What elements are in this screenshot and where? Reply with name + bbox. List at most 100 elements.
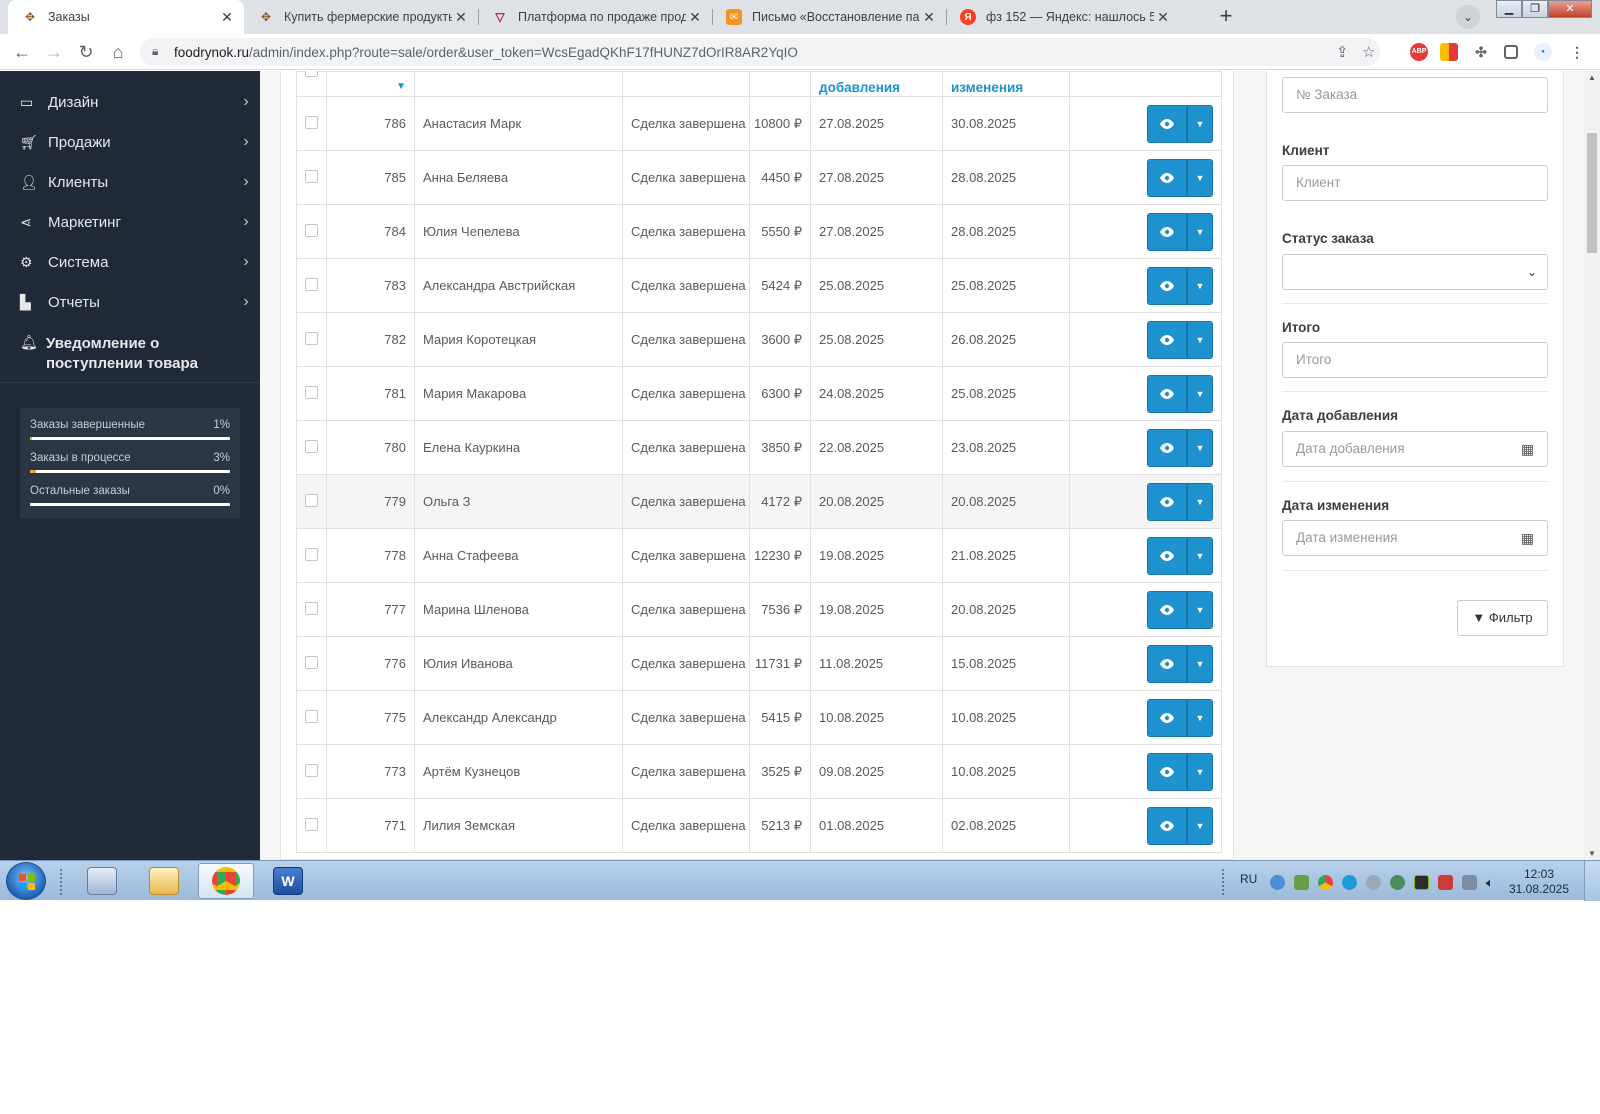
- view-order-button[interactable]: [1147, 698, 1187, 737]
- network-tray-icon[interactable]: [1270, 875, 1285, 890]
- sidebar-item-sales[interactable]: 🛒︎ Продажи ›: [0, 122, 260, 162]
- volume-icon[interactable]: 🔈︎: [1486, 875, 1501, 890]
- view-order-button[interactable]: [1147, 590, 1187, 629]
- close-icon[interactable]: ✕: [920, 9, 938, 26]
- kebab-menu-icon[interactable]: ⋮: [1568, 43, 1586, 61]
- row-checkbox[interactable]: [305, 763, 318, 777]
- sidebar-item-marketing[interactable]: ⋖ Маркетинг ›: [0, 202, 260, 242]
- tab-yandex[interactable]: Я фз 152 — Яндекс: нашлось 528 ✕: [946, 0, 1180, 34]
- home-icon[interactable]: ⌂: [106, 40, 130, 64]
- order-status-select[interactable]: ⌄: [1282, 254, 1548, 290]
- adblock-icon[interactable]: ABP: [1410, 43, 1428, 61]
- security-tray-icon[interactable]: [1294, 875, 1309, 890]
- row-checkbox[interactable]: [305, 115, 318, 129]
- view-order-button[interactable]: [1147, 752, 1187, 791]
- total-field[interactable]: Итого: [1282, 342, 1548, 378]
- sidebar-item-reports[interactable]: ▙ Отчеты ›: [0, 282, 260, 322]
- order-menu-dropdown-button[interactable]: ▼: [1187, 482, 1213, 521]
- close-icon[interactable]: ✕: [1154, 9, 1172, 26]
- view-order-button[interactable]: [1147, 536, 1187, 575]
- select-all-checkbox[interactable]: [305, 71, 318, 77]
- filter-button[interactable]: ▼ Фильтр: [1457, 600, 1548, 636]
- tab-orders[interactable]: ✥ Заказы ✕: [8, 0, 244, 34]
- sidebar-item-design[interactable]: ▭ Дизайн ›: [0, 82, 260, 122]
- view-order-button[interactable]: [1147, 482, 1187, 521]
- close-icon[interactable]: ✕: [686, 9, 704, 26]
- puzzle-icon[interactable]: ✣: [1472, 43, 1490, 61]
- order-menu-dropdown-button[interactable]: ▼: [1187, 644, 1213, 683]
- alert-tray-icon[interactable]: [1438, 875, 1453, 890]
- header-total[interactable]: [749, 71, 811, 97]
- browser-tray-icon[interactable]: [1342, 875, 1357, 890]
- page-scrollbar[interactable]: ▲ ▼: [1584, 71, 1600, 860]
- calculator-app-button[interactable]: [74, 863, 130, 899]
- show-desktop-button[interactable]: [1584, 861, 1600, 901]
- order-id-field[interactable]: № Заказа: [1282, 77, 1548, 113]
- chrome-tray-icon[interactable]: [1318, 875, 1333, 890]
- window-close-button[interactable]: ✕: [1548, 0, 1592, 18]
- order-menu-dropdown-button[interactable]: ▼: [1187, 374, 1213, 413]
- order-menu-dropdown-button[interactable]: ▼: [1187, 806, 1213, 845]
- tab-buy-farm[interactable]: ✥ Купить фермерские продукты с ✕: [244, 0, 478, 34]
- maximize-button[interactable]: ❐: [1522, 0, 1548, 18]
- nvidia-tray-icon[interactable]: [1414, 875, 1429, 890]
- scroll-down-icon[interactable]: ▼: [1584, 849, 1600, 858]
- header-date-added[interactable]: добавления: [810, 71, 943, 97]
- scrollbar-thumb[interactable]: [1587, 133, 1597, 253]
- share-icon[interactable]: ⇪: [1336, 43, 1349, 61]
- address-bar[interactable]: 🔒︎ foodrynok.ru/admin/index.php?route=sa…: [140, 38, 1380, 66]
- header-order-id[interactable]: ▼: [326, 71, 415, 97]
- scroll-up-icon[interactable]: ▲: [1584, 73, 1600, 82]
- sidebar-item-system[interactable]: ⚙ Система ›: [0, 242, 260, 282]
- view-order-button[interactable]: [1147, 806, 1187, 845]
- chrome-app-button[interactable]: [198, 863, 254, 899]
- tab-search-chevron-icon[interactable]: ⌄: [1456, 5, 1480, 29]
- date-modified-field[interactable]: Дата изменения: [1282, 520, 1509, 556]
- star-icon[interactable]: ☆: [1362, 43, 1375, 61]
- close-icon[interactable]: ✕: [218, 9, 236, 26]
- calendar-icon[interactable]: ▦: [1508, 431, 1548, 467]
- system-clock[interactable]: 12:03 31.08.2025: [1504, 867, 1574, 897]
- view-order-button[interactable]: [1147, 644, 1187, 683]
- sidebar-item-customers[interactable]: 👤︎ Клиенты ›: [0, 162, 260, 202]
- order-menu-dropdown-button[interactable]: ▼: [1187, 752, 1213, 791]
- order-menu-dropdown-button[interactable]: ▼: [1187, 536, 1213, 575]
- order-menu-dropdown-button[interactable]: ▼: [1187, 266, 1213, 305]
- header-status[interactable]: [622, 71, 750, 97]
- row-checkbox[interactable]: [305, 493, 318, 507]
- order-menu-dropdown-button[interactable]: ▼: [1187, 104, 1213, 143]
- header-date-modified[interactable]: изменения: [942, 71, 1070, 97]
- view-order-button[interactable]: [1147, 428, 1187, 467]
- customer-field[interactable]: Клиент: [1282, 165, 1548, 201]
- new-tab-button[interactable]: +: [1212, 3, 1240, 31]
- view-order-button[interactable]: [1147, 104, 1187, 143]
- row-checkbox[interactable]: [305, 277, 318, 291]
- tab-mail[interactable]: ✉ Письмо «Восстановление паро ✕: [712, 0, 946, 34]
- row-checkbox[interactable]: [305, 817, 318, 831]
- forward-icon[interactable]: →: [42, 40, 66, 64]
- date-added-field[interactable]: Дата добавления: [1282, 431, 1509, 467]
- profile-avatar-icon[interactable]: ●: [1534, 43, 1552, 61]
- minimize-button[interactable]: ▁: [1496, 0, 1522, 18]
- word-app-button[interactable]: W: [260, 863, 316, 899]
- calendar-icon[interactable]: ▦: [1508, 520, 1548, 556]
- order-menu-dropdown-button[interactable]: ▼: [1187, 698, 1213, 737]
- start-button[interactable]: [6, 862, 46, 900]
- view-order-button[interactable]: [1147, 374, 1187, 413]
- explorer-app-button[interactable]: [136, 863, 192, 899]
- header-customer[interactable]: [414, 71, 623, 97]
- view-order-button[interactable]: [1147, 212, 1187, 251]
- row-checkbox[interactable]: [305, 439, 318, 453]
- reload-icon[interactable]: ↻: [74, 40, 98, 64]
- row-checkbox[interactable]: [305, 709, 318, 723]
- row-checkbox[interactable]: [305, 223, 318, 237]
- view-order-button[interactable]: [1147, 158, 1187, 197]
- order-menu-dropdown-button[interactable]: ▼: [1187, 320, 1213, 359]
- user-tray-icon[interactable]: [1366, 875, 1381, 890]
- sidepanel-icon[interactable]: [1504, 45, 1518, 59]
- row-checkbox[interactable]: [305, 547, 318, 561]
- order-menu-dropdown-button[interactable]: ▼: [1187, 212, 1213, 251]
- close-icon[interactable]: ✕: [452, 9, 470, 26]
- row-checkbox[interactable]: [305, 601, 318, 615]
- row-checkbox[interactable]: [305, 385, 318, 399]
